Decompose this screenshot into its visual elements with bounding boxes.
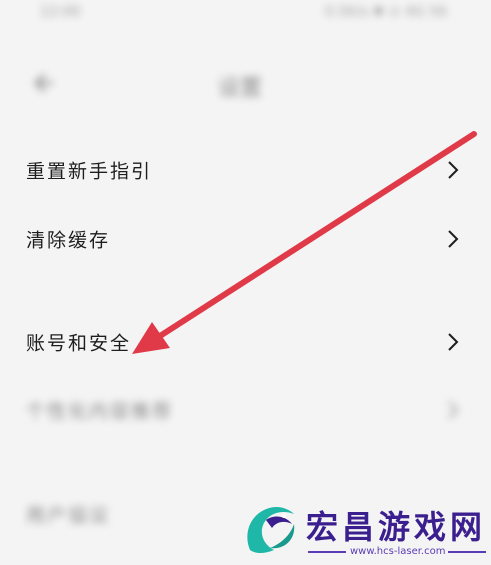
back-arrow-icon[interactable] [30, 70, 56, 96]
menu-item-clear-cache[interactable]: 清除缓存 [0, 209, 491, 269]
status-bar: 12:00 0.5K/s ✱ ⊙ 4G 56 [0, 0, 491, 34]
app-header: 设置 [0, 56, 491, 108]
menu-item-reset-guide[interactable]: 重置新手指引 [0, 140, 491, 200]
watermark-rule-left [308, 551, 346, 553]
watermark-url: www.hcs-laser.com [350, 546, 446, 557]
chevron-right-icon [448, 161, 459, 179]
watermark-rule-right [448, 551, 486, 553]
menu-item-label: 个性化内容推荐 [26, 400, 174, 423]
menu-item-personalized-recommendation[interactable]: 个性化内容推荐 [0, 380, 491, 440]
menu-item-account-security[interactable]: 账号和安全 [0, 312, 491, 372]
settings-screen: 12:00 0.5K/s ✱ ⊙ 4G 56 设置 重置新手指引 清除缓存 账号… [0, 0, 491, 565]
menu-item-label: 账号和安全 [26, 332, 132, 355]
status-indicators: 0.5K/s ✱ ⊙ 4G 56 [324, 4, 447, 20]
menu-item-label: 用户協议 [26, 504, 111, 527]
chevron-right-icon [448, 401, 459, 419]
menu-item-label: 重置新手指引 [26, 160, 153, 183]
chevron-right-icon [448, 230, 459, 248]
dragon-logo-icon [247, 507, 295, 553]
chevron-right-icon [448, 333, 459, 351]
site-watermark: 宏昌游戏网 www.hcs-laser.com [236, 498, 491, 565]
status-time: 12:00 [40, 4, 81, 20]
watermark-brand: 宏昌游戏网 [306, 508, 487, 546]
page-title: 设置 [218, 76, 263, 101]
menu-item-label: 清除缓存 [26, 229, 111, 252]
